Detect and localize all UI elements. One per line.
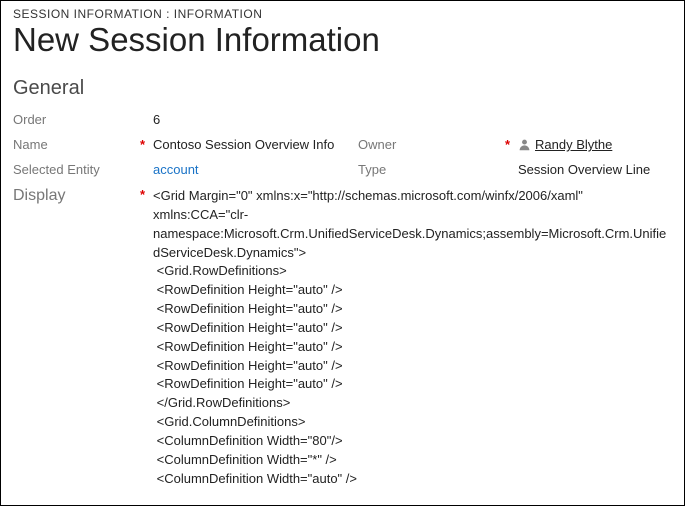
- name-required-icon: *: [140, 137, 145, 152]
- owner-required-icon: *: [505, 137, 510, 152]
- display-required-icon: *: [140, 187, 145, 202]
- page-title: New Session Information: [1, 21, 684, 77]
- row-name-owner: Name * Contoso Session Overview Info Own…: [13, 137, 672, 152]
- person-icon: [518, 138, 531, 151]
- row-order: Order 6: [13, 112, 672, 127]
- owner-label: Owner: [358, 137, 396, 152]
- order-value[interactable]: 6: [153, 112, 358, 127]
- form-area: Order 6 Name * Contoso Session Overview …: [1, 112, 684, 487]
- row-display: Display * <Grid Margin="0" xmlns:x="http…: [13, 187, 672, 487]
- type-value[interactable]: Session Overview Line: [518, 162, 650, 177]
- name-value[interactable]: Contoso Session Overview Info: [153, 137, 358, 152]
- order-label: Order: [13, 112, 46, 127]
- breadcrumb: SESSION INFORMATION : INFORMATION: [1, 1, 684, 21]
- owner-value[interactable]: Randy Blythe: [535, 137, 612, 152]
- selected-entity-label: Selected Entity: [13, 162, 100, 177]
- row-entity-type: Selected Entity account Type Session Ove…: [13, 162, 672, 177]
- display-value[interactable]: <Grid Margin="0" xmlns:x="http://schemas…: [153, 187, 672, 487]
- section-general: General: [1, 77, 684, 112]
- type-label: Type: [358, 162, 386, 177]
- selected-entity-value[interactable]: account: [153, 162, 358, 177]
- name-label: Name: [13, 137, 48, 152]
- display-label: Display: [13, 187, 65, 205]
